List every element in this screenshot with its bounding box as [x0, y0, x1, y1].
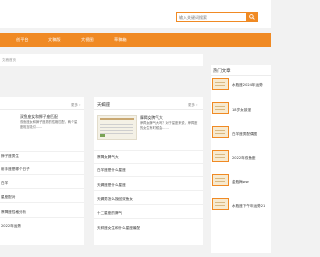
sidebar-article-title[interactable]: 18岁女孩漫 — [232, 108, 251, 113]
divider — [0, 109, 84, 110]
divider — [94, 163, 203, 164]
article-thumbnail[interactable] — [212, 78, 229, 90]
top-header — [0, 0, 271, 28]
divider — [94, 218, 203, 219]
thumbnail-line — [215, 181, 225, 182]
list-item[interactable]: 射手座是哪个日子 — [1, 167, 81, 172]
list-item[interactable]: 天秤座女生和什么星座最配 — [97, 226, 201, 231]
thumbnail-line — [215, 82, 225, 83]
thumbnail-image — [213, 79, 228, 89]
thumbnail-line — [215, 178, 225, 179]
thumbnail-line — [215, 202, 225, 203]
list-item[interactable]: 天蝎男怎么挽回双鱼女 — [97, 197, 201, 202]
thumbnail-line — [215, 154, 225, 155]
divider — [94, 109, 203, 110]
middle-panel-more-link[interactable]: 更多 › — [188, 103, 198, 108]
thumbnail-line — [215, 106, 225, 107]
thumbnail-image — [213, 175, 228, 185]
middle-featured-desc: 摩羯女脾气大吗？对于星座来说，摩羯座的女生有时候会…… — [140, 121, 198, 130]
thumbnail-line — [215, 109, 225, 110]
search-box — [176, 12, 258, 22]
list-item[interactable]: 狮子座男生 — [1, 154, 81, 159]
nav-item-3[interactable]: 大视图 — [81, 33, 94, 47]
article-thumbnail[interactable] — [212, 174, 229, 186]
thumbnail-image — [213, 127, 228, 137]
nav-item-1[interactable]: 创平台 — [16, 33, 29, 47]
list-item[interactable]: 天蝎座是什么星座 — [97, 183, 201, 188]
left-panel-more-link[interactable]: 更多 › — [71, 103, 81, 108]
thumbnail-line — [215, 85, 225, 86]
divider — [94, 150, 203, 151]
thumbnail-line — [215, 157, 225, 158]
middle-panel: 天蝎座 更多 › 摩羯女脾气大 摩羯女脾气大吗？对于星座来说，摩羯座的女生有时候… — [94, 97, 203, 245]
divider — [0, 217, 84, 218]
sidebar-article-title[interactable]: 2022年双鱼座 — [232, 156, 256, 161]
thumbnail-badge — [100, 134, 105, 137]
article-thumbnail[interactable] — [212, 198, 229, 210]
list-item[interactable]: 摩羯座性格分析 — [1, 210, 81, 215]
nav-item-2[interactable]: 文稿版 — [48, 33, 61, 47]
left-panel: 更多 › 双鱼座女和狮子座匹配 双鱼座女和狮子座男的性格匹配，两个星座相互吸引…… — [0, 97, 84, 245]
article-thumbnail[interactable] — [212, 102, 229, 114]
main-nav: 创平台 文稿版 大视图 草稿箱 — [0, 33, 271, 47]
article-thumbnail[interactable] — [212, 126, 229, 138]
sidebar-article-title[interactable]: 金瓶梅ww — [232, 180, 249, 185]
breadcrumb-text[interactable]: 文稿首页 — [2, 58, 16, 63]
divider — [0, 161, 84, 162]
sidebar-article-title[interactable]: 水瓶座2024年运势 — [232, 83, 263, 88]
thumbnail-image — [213, 151, 228, 161]
thumbnail-header — [100, 118, 134, 120]
list-item[interactable]: 白羊座是什么星座 — [97, 168, 201, 173]
divider — [0, 174, 84, 175]
list-item[interactable]: 摩羯女脾气大 — [97, 155, 201, 160]
list-item[interactable]: 星座配对 — [1, 195, 81, 200]
divider — [0, 188, 84, 189]
divider — [94, 190, 203, 191]
featured-thumbnail[interactable] — [97, 115, 137, 140]
search-icon — [248, 14, 255, 20]
thumbnail-line — [100, 127, 133, 128]
sidebar-article-title[interactable]: 水瓶座下午年运势21 — [232, 204, 265, 209]
thumbnail-line — [100, 130, 133, 131]
list-item[interactable]: 白羊 — [1, 181, 81, 186]
thumbnail-line — [215, 130, 225, 131]
divider — [211, 75, 271, 76]
divider — [94, 176, 203, 177]
list-item[interactable]: 2022年运势 — [1, 224, 81, 229]
left-featured-desc: 双鱼座女和狮子座男的性格匹配，两个星座相互吸引…… — [20, 120, 78, 129]
article-thumbnail[interactable] — [212, 150, 229, 162]
list-item[interactable]: 十二星座的脾气 — [97, 211, 201, 216]
hot-articles-sidebar: 热门文章 水瓶座2024年运势 18岁女孩漫 白羊座男配偶图 2022年双鱼座 — [211, 65, 271, 253]
breadcrumb: 文稿首页 — [0, 54, 203, 66]
thumbnail-line — [215, 205, 225, 206]
sidebar-article-title[interactable]: 白羊座男配偶图 — [232, 132, 257, 137]
thumbnail-image — [213, 103, 228, 113]
sidebar-title: 热门文章 — [213, 69, 231, 74]
thumbnail-line — [100, 124, 133, 125]
search-input[interactable] — [179, 14, 245, 21]
middle-panel-title: 天蝎座 — [97, 103, 111, 108]
thumbnail-image — [213, 199, 228, 209]
divider — [0, 151, 84, 152]
divider — [94, 204, 203, 205]
nav-item-4[interactable]: 草稿箱 — [114, 33, 127, 47]
divider — [0, 202, 84, 203]
thumbnail-line — [215, 133, 225, 134]
search-button[interactable] — [246, 13, 257, 21]
